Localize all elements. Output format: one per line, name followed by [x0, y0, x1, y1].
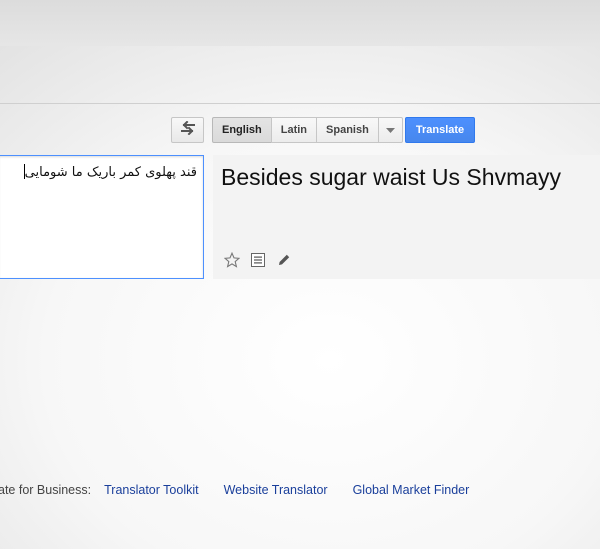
lang-spanish-button[interactable]: Spanish: [316, 117, 379, 143]
translation-result-panel: Besides sugar waist Us Shvmayy: [213, 155, 600, 279]
star-icon: [223, 251, 241, 273]
alternate-translations-button[interactable]: [249, 252, 267, 272]
chevron-down-icon: [385, 124, 395, 136]
lang-english-button[interactable]: English: [212, 117, 272, 143]
result-actions: [223, 251, 293, 273]
source-text-input[interactable]: قند پهلوی کمر باریک ما شومایی: [0, 155, 204, 279]
translate-button[interactable]: Translate: [405, 117, 475, 143]
global-market-finder-link[interactable]: Global Market Finder: [353, 483, 470, 497]
list-icon: [251, 252, 265, 272]
swap-languages-icon: [180, 120, 196, 140]
target-language-selector: English Latin Spanish: [212, 117, 403, 143]
pencil-icon: [277, 253, 291, 272]
website-translator-link[interactable]: Website Translator: [224, 483, 328, 497]
edit-translation-button[interactable]: [275, 253, 293, 271]
swap-languages-button[interactable]: [171, 117, 204, 143]
top-bar: [0, 0, 600, 46]
source-text: قند پهلوی کمر باریک ما شومایی: [24, 165, 197, 180]
footer-business-label: ate for Business:: [0, 483, 92, 497]
translation-result-text: Besides sugar waist Us Shvmayy: [221, 164, 562, 190]
more-languages-button[interactable]: [377, 117, 403, 143]
lang-latin-button[interactable]: Latin: [270, 117, 318, 143]
footer: ate for Business: Translator Toolkit Web…: [0, 483, 494, 497]
star-button[interactable]: [223, 251, 241, 273]
translator-toolkit-link[interactable]: Translator Toolkit: [104, 483, 198, 497]
toolbar-divider: [0, 103, 600, 104]
